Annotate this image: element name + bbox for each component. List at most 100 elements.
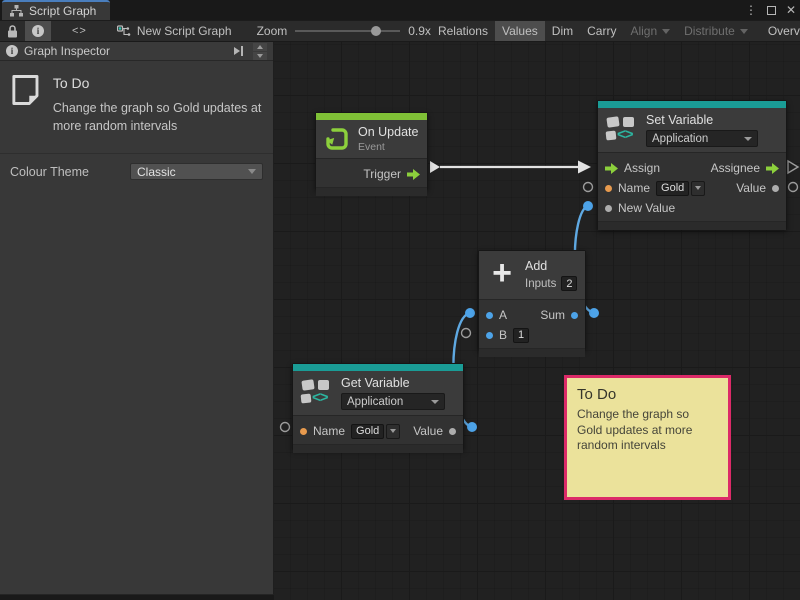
sticky-note-body: Change the graph so Gold updates at more… xyxy=(577,407,717,454)
graph-icon xyxy=(10,5,23,17)
port-label: Assign xyxy=(624,161,660,175)
assignee-out-port[interactable] xyxy=(788,161,798,173)
code-preview-button[interactable]: <> xyxy=(65,20,94,42)
panel-scroll-buttons xyxy=(253,43,267,60)
info-icon: i xyxy=(32,25,44,37)
todo-summary: To Do Change the graph so Gold updates a… xyxy=(0,61,273,145)
todo-title: To Do xyxy=(53,75,263,91)
node-color-bar xyxy=(293,364,463,371)
zoom-slider[interactable] xyxy=(295,26,400,36)
node-subtitle: Event xyxy=(358,141,418,153)
port-label: Name xyxy=(618,181,650,195)
graph-inspector-panel: i Graph Inspector To Do Change the graph… xyxy=(0,42,274,595)
relations-button[interactable]: Relations xyxy=(431,20,495,42)
close-icon[interactable]: ✕ xyxy=(786,3,796,17)
chevron-down-icon xyxy=(744,137,752,141)
add-sum-out-connector[interactable] xyxy=(589,308,599,318)
add-b-in-port[interactable] xyxy=(462,329,471,338)
overview-button[interactable]: Overview xyxy=(761,20,800,42)
node-get-variable[interactable]: <> Get Variable Application Name Gold xyxy=(292,363,464,450)
lock-icon xyxy=(7,25,18,38)
tab-script-graph[interactable]: Script Graph xyxy=(2,0,110,20)
variable-kind-dropdown[interactable]: Application xyxy=(646,130,758,147)
port-label: Assignee xyxy=(711,161,760,175)
distribute-dropdown[interactable]: Distribute xyxy=(677,20,755,42)
zoom-slider-handle[interactable] xyxy=(371,26,381,36)
variable-name-dropdown[interactable]: Gold xyxy=(351,424,400,439)
node-color-bar xyxy=(598,101,786,108)
chevron-down-icon xyxy=(740,29,748,34)
add-plus-icon: + xyxy=(487,260,517,290)
assign-in-arrowhead xyxy=(578,161,591,174)
port-row-assign-assignee[interactable]: Assign Assignee xyxy=(598,158,786,178)
graph-toolbar: i <> New Script Graph Zoom 0.9x Re xyxy=(0,20,800,42)
chevron-down-icon xyxy=(431,400,439,404)
carry-button[interactable]: Carry xyxy=(580,20,623,42)
window-menu-icon[interactable]: ⋮ xyxy=(745,3,757,17)
port-row-b[interactable]: B 1 xyxy=(479,325,585,345)
get-name-in-port[interactable] xyxy=(281,423,290,432)
flow-arrow-icon xyxy=(766,163,779,174)
lock-button[interactable] xyxy=(0,20,25,42)
node-add[interactable]: + Add Inputs 2 A Sum xyxy=(478,250,586,350)
zoom-control: Zoom 0.9x xyxy=(257,24,431,38)
port-row-a-sum[interactable]: A Sum xyxy=(479,305,585,325)
port-label: Trigger xyxy=(363,167,401,181)
value-port-icon[interactable] xyxy=(605,205,612,212)
scroll-down-button[interactable] xyxy=(253,52,267,60)
port-label: B xyxy=(499,328,507,342)
port-label: A xyxy=(499,308,507,322)
value-port-icon[interactable] xyxy=(772,185,779,192)
colour-theme-value: Classic xyxy=(137,165,176,179)
trigger-out-connector[interactable] xyxy=(430,161,440,173)
variable-kind-dropdown[interactable]: Application xyxy=(341,393,445,410)
tab-label: Script Graph xyxy=(29,4,96,18)
set-name-in-port[interactable] xyxy=(584,183,593,192)
sticky-note[interactable]: To Do Change the graph so Gold updates a… xyxy=(564,375,731,500)
port-row-name-value[interactable]: Name Gold Value xyxy=(598,178,786,198)
flow-arrow-icon xyxy=(407,169,420,180)
port-label: Sum xyxy=(540,308,565,322)
align-dropdown[interactable]: Align xyxy=(623,20,677,42)
dim-button[interactable]: Dim xyxy=(545,20,580,42)
new-script-graph-button[interactable]: New Script Graph xyxy=(110,20,239,42)
on-update-loop-icon xyxy=(324,126,350,152)
value-port-icon[interactable] xyxy=(449,428,456,435)
number-port-icon[interactable] xyxy=(486,332,493,339)
port-label: Value xyxy=(413,424,443,438)
newvalue-in-connector[interactable] xyxy=(583,201,593,211)
flow-arrow-icon xyxy=(605,163,618,174)
node-title: Get Variable xyxy=(341,376,445,390)
node-graph-icon xyxy=(117,25,131,38)
number-port-icon[interactable] xyxy=(571,312,578,319)
node-color-bar xyxy=(316,113,427,120)
set-value-out-port[interactable] xyxy=(789,183,798,192)
zoom-value: 0.9x xyxy=(408,24,431,38)
sticky-note-title: To Do xyxy=(577,386,718,403)
values-button[interactable]: Values xyxy=(495,20,545,42)
dock-panel-icon[interactable] xyxy=(234,46,243,56)
get-value-out-connector[interactable] xyxy=(467,422,477,432)
node-on-update[interactable]: On Update Event Trigger xyxy=(315,112,428,190)
port-label: Value xyxy=(736,181,766,195)
string-port-icon[interactable] xyxy=(605,185,612,192)
chevron-down-icon xyxy=(662,29,670,34)
maximize-icon[interactable] xyxy=(767,6,776,15)
string-port-icon[interactable] xyxy=(300,428,307,435)
inspector-toggle-button[interactable]: i xyxy=(25,20,51,42)
b-value-field[interactable]: 1 xyxy=(513,328,529,343)
inputs-label: Inputs xyxy=(525,278,556,290)
add-a-in-connector[interactable] xyxy=(465,308,475,318)
tab-bar: Script Graph ⋮ ✕ xyxy=(0,0,800,20)
number-port-icon[interactable] xyxy=(486,312,493,319)
variables-icon: <> xyxy=(606,116,638,144)
graph-canvas[interactable]: On Update Event Trigger <> xyxy=(274,42,800,600)
colour-theme-select[interactable]: Classic xyxy=(130,163,263,180)
scroll-up-button[interactable] xyxy=(253,43,267,51)
port-row-new-value[interactable]: New Value xyxy=(598,198,786,218)
port-row-trigger[interactable]: Trigger xyxy=(316,164,427,184)
inputs-count-field[interactable]: 2 xyxy=(561,276,577,291)
port-row-name-value[interactable]: Name Gold Value xyxy=(293,421,463,441)
variable-name-dropdown[interactable]: Gold xyxy=(656,181,705,196)
node-set-variable[interactable]: <> Set Variable Application Assign xyxy=(597,100,787,230)
